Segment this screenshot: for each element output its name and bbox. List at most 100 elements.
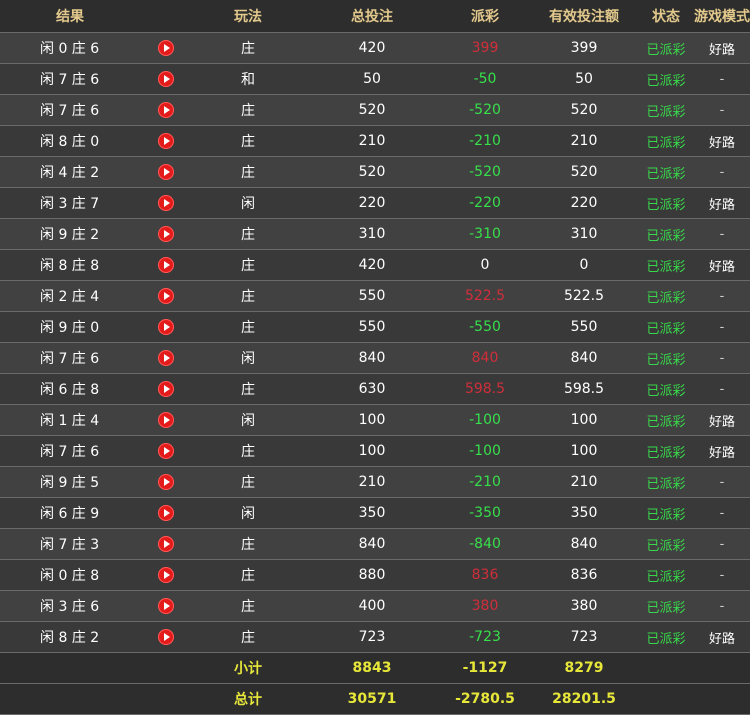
- play-icon[interactable]: [158, 474, 174, 490]
- subtotal-payout: -1127: [462, 660, 508, 676]
- result-cell: 闲 8 庄 8: [40, 258, 100, 274]
- table-row: 闲 6 庄 8 庄 630 598.5 598.5 已派彩 -: [0, 374, 750, 405]
- game-mode-cell: -: [719, 226, 725, 242]
- play-icon[interactable]: [158, 505, 174, 521]
- valid-bet-cell: 520: [570, 102, 598, 118]
- play-icon[interactable]: [158, 164, 174, 180]
- video-cell: [140, 40, 192, 56]
- table-row: 闲 7 庄 6 庄 520 -520 520 已派彩 -: [0, 95, 750, 126]
- play-icon[interactable]: [158, 598, 174, 614]
- video-cell: [140, 567, 192, 583]
- play-cell: 庄: [241, 537, 255, 553]
- status-cell: 已派彩: [646, 321, 686, 337]
- status-cell: 已派彩: [646, 383, 686, 399]
- play-cell: 庄: [241, 568, 255, 584]
- status-cell: 已派彩: [646, 135, 686, 151]
- video-cell: [140, 629, 192, 645]
- play-icon[interactable]: [158, 350, 174, 366]
- play-cell: 庄: [241, 475, 255, 491]
- game-mode-cell: -: [719, 350, 725, 366]
- play-icon[interactable]: [158, 288, 174, 304]
- video-cell: [140, 319, 192, 335]
- game-mode-cell: 好路: [708, 259, 735, 275]
- video-cell: [140, 288, 192, 304]
- grand-total-row: 总计 30571 -2780.5 28201.5: [0, 684, 750, 715]
- header-total-bet: 总投注: [351, 9, 393, 25]
- table-row: 闲 0 庄 8 庄 880 836 836 已派彩 -: [0, 560, 750, 591]
- play-icon[interactable]: [158, 412, 174, 428]
- game-mode-cell: 好路: [708, 197, 735, 213]
- table-row: 闲 3 庄 6 庄 400 380 380 已派彩 -: [0, 591, 750, 622]
- result-cell: 闲 3 庄 7: [40, 196, 100, 212]
- table-row: 闲 2 庄 4 庄 550 522.5 522.5 已派彩 -: [0, 281, 750, 312]
- play-icon[interactable]: [158, 195, 174, 211]
- total-bet-cell: 840: [358, 536, 386, 552]
- result-cell: 闲 7 庄 6: [40, 351, 100, 367]
- table-body: 闲 0 庄 6 庄 420 399 399 已派彩 好路闲 7 庄 6 和 50 -50 50 已派彩…: [0, 33, 750, 653]
- status-cell: 已派彩: [646, 228, 686, 244]
- result-cell: 闲 2 庄 4: [40, 289, 100, 305]
- payout-cell: 380: [471, 598, 499, 614]
- play-icon[interactable]: [158, 567, 174, 583]
- video-cell: [140, 102, 192, 118]
- bet-history-table: 结果 玩法 总投注 派彩 有效投注额 状态 游戏模式 闲 0 庄 6 庄 420 39…: [0, 0, 750, 715]
- total-bet-cell: 880: [358, 567, 386, 583]
- video-cell: [140, 536, 192, 552]
- play-icon[interactable]: [158, 71, 174, 87]
- status-cell: 已派彩: [646, 569, 686, 585]
- status-cell: 已派彩: [646, 476, 686, 492]
- total-bet-cell: 400: [358, 598, 386, 614]
- result-cell: 闲 6 庄 9: [40, 506, 100, 522]
- play-cell: 闲: [241, 413, 255, 429]
- valid-bet-cell: 210: [570, 133, 598, 149]
- payout-cell: 522.5: [464, 288, 506, 304]
- total-bet-cell: 520: [358, 164, 386, 180]
- play-icon[interactable]: [158, 40, 174, 56]
- total-bet-cell: 350: [358, 505, 386, 521]
- status-cell: 已派彩: [646, 42, 686, 58]
- play-cell: 闲: [241, 196, 255, 212]
- play-icon[interactable]: [158, 226, 174, 242]
- table-row: 闲 3 庄 7 闲 220 -220 220 已派彩 好路: [0, 188, 750, 219]
- result-cell: 闲 8 庄 2: [40, 630, 100, 646]
- game-mode-cell: 好路: [708, 42, 735, 58]
- play-icon[interactable]: [158, 102, 174, 118]
- video-cell: [140, 350, 192, 366]
- table-row: 闲 4 庄 2 庄 520 -520 520 已派彩 -: [0, 157, 750, 188]
- table-row: 闲 8 庄 8 庄 420 0 0 已派彩 好路: [0, 250, 750, 281]
- video-cell: [140, 195, 192, 211]
- valid-bet-cell: 100: [570, 412, 598, 428]
- result-cell: 闲 0 庄 6: [40, 41, 100, 57]
- table-row: 闲 7 庄 6 闲 840 840 840 已派彩 -: [0, 343, 750, 374]
- payout-cell: 399: [471, 40, 499, 56]
- payout-cell: 0: [480, 257, 490, 273]
- payout-cell: 598.5: [464, 381, 506, 397]
- valid-bet-cell: 220: [570, 195, 598, 211]
- table-row: 闲 9 庄 5 庄 210 -210 210 已派彩 -: [0, 467, 750, 498]
- play-icon[interactable]: [158, 319, 174, 335]
- total-bet-cell: 420: [358, 40, 386, 56]
- status-cell: 已派彩: [646, 538, 686, 554]
- play-cell: 庄: [241, 289, 255, 305]
- result-cell: 闲 3 庄 6: [40, 599, 100, 615]
- valid-bet-cell: 520: [570, 164, 598, 180]
- play-icon[interactable]: [158, 536, 174, 552]
- play-icon[interactable]: [158, 443, 174, 459]
- play-icon[interactable]: [158, 133, 174, 149]
- grand-total-label: 总计: [234, 692, 262, 708]
- play-icon[interactable]: [158, 381, 174, 397]
- status-cell: 已派彩: [646, 259, 686, 275]
- total-bet-cell: 210: [358, 133, 386, 149]
- play-icon[interactable]: [158, 257, 174, 273]
- status-cell: 已派彩: [646, 166, 686, 182]
- total-bet-cell: 550: [358, 288, 386, 304]
- valid-bet-cell: 840: [570, 536, 598, 552]
- valid-bet-cell: 399: [570, 40, 598, 56]
- status-cell: 已派彩: [646, 197, 686, 213]
- subtotal-row: 小计 8843 -1127 8279: [0, 653, 750, 684]
- table-row: 闲 7 庄 3 庄 840 -840 840 已派彩 -: [0, 529, 750, 560]
- play-icon[interactable]: [158, 629, 174, 645]
- grand-total-payout: -2780.5: [455, 691, 515, 707]
- valid-bet-cell: 380: [570, 598, 598, 614]
- status-cell: 已派彩: [646, 414, 686, 430]
